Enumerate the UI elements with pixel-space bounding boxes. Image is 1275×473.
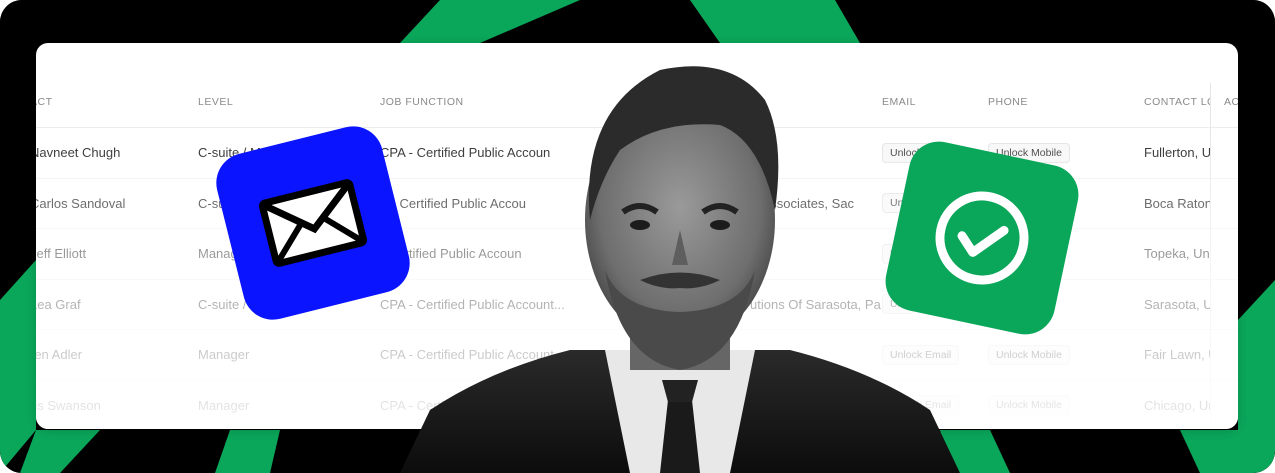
contact-name[interactable]: ren Adler	[36, 330, 180, 380]
location-cell: Fair Lawn, U	[1144, 347, 1210, 363]
header-actions[interactable]: AC	[1224, 77, 1238, 127]
banner: ACT LEVEL JOB FUNCTION EMAIL PHONE CONTA…	[0, 0, 1275, 473]
header-contact[interactable]: ACT	[36, 77, 180, 127]
checkmark-circle-icon	[935, 191, 1029, 285]
header-phone[interactable]: PHONE	[988, 77, 1128, 127]
header-level[interactable]: LEVEL	[198, 77, 368, 127]
contact-name[interactable]: Navneet Chugh	[36, 128, 180, 178]
check-badge	[879, 135, 1085, 341]
location-cell: Boca Raton,	[1144, 195, 1210, 211]
location-cell: Topeka, Uni	[1144, 246, 1210, 262]
contact-name[interactable]: Lea Graf	[36, 280, 180, 330]
level-cell: Manager	[198, 347, 250, 363]
location-cell: Fullerton, Ur	[1144, 145, 1210, 161]
unlock-mobile-button[interactable]: Unlock Mobile	[988, 395, 1070, 416]
location-cell: Chicago, Ur	[1144, 397, 1210, 413]
person-portrait	[400, 66, 960, 473]
contact-name[interactable]: Carlos Sandoval	[36, 179, 180, 229]
contact-name[interactable]: ris Swanson	[36, 381, 180, 430]
header-contact-location[interactable]: CONTACT LO	[1144, 77, 1210, 127]
level-cell: Manager	[198, 397, 250, 413]
column-divider	[1210, 83, 1211, 429]
envelope-icon	[258, 179, 368, 267]
location-cell: Sarasota, U	[1144, 296, 1210, 312]
contact-name[interactable]: Jeff Elliott	[36, 229, 180, 279]
unlock-mobile-button[interactable]: Unlock Mobile	[988, 344, 1070, 365]
